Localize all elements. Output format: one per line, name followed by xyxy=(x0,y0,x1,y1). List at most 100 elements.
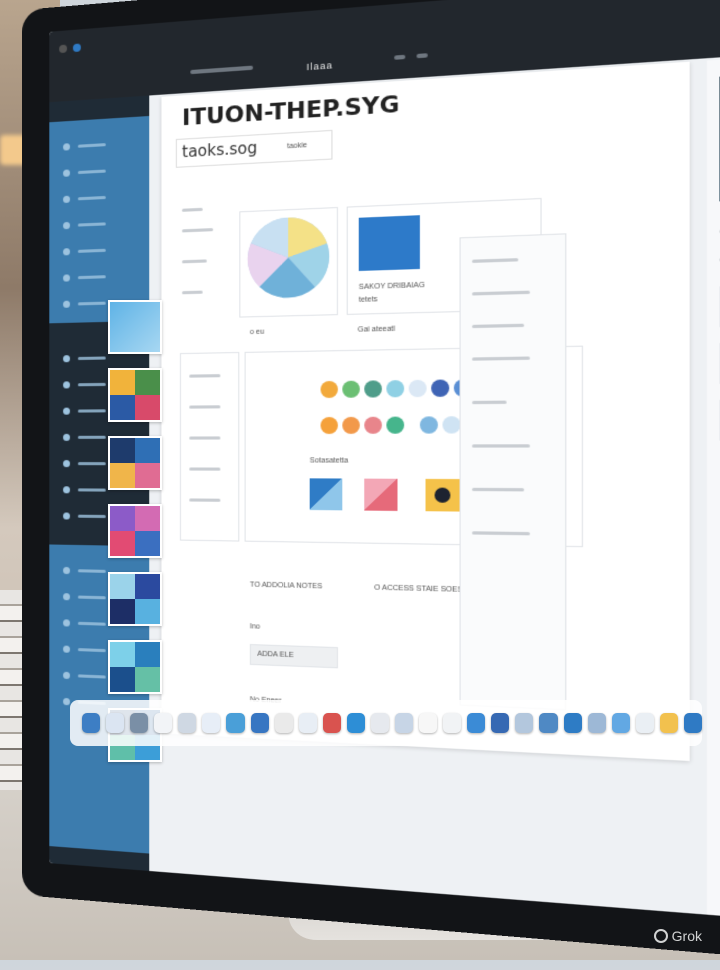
pattern-tile[interactable] xyxy=(364,478,398,511)
thumbnail[interactable] xyxy=(108,436,162,490)
sidebar-item[interactable] xyxy=(63,138,127,152)
text-line xyxy=(472,487,525,492)
color-swatch[interactable] xyxy=(431,379,450,397)
dock-app-icon[interactable] xyxy=(202,713,221,733)
document-canvas: ITUON-THEP.SYG taoks.sog taokie SAKOY DR… xyxy=(161,61,690,762)
dock-app-icon[interactable] xyxy=(178,713,197,733)
text-line xyxy=(182,207,203,212)
sidebar-section-top xyxy=(49,115,150,324)
text-line xyxy=(472,258,519,263)
dock-app-icon[interactable] xyxy=(106,713,125,733)
dock-app-icon[interactable] xyxy=(226,713,245,733)
footer-input[interactable]: ADDA ELE xyxy=(249,644,338,669)
text-line xyxy=(189,436,221,440)
sidebar-item[interactable] xyxy=(63,270,127,282)
pattern-tile[interactable] xyxy=(425,478,460,512)
toolbar-item[interactable] xyxy=(394,54,406,60)
sidebar-item[interactable] xyxy=(63,217,127,230)
text-line xyxy=(189,374,221,378)
dock-app-icon[interactable] xyxy=(370,713,390,733)
dock-app-icon[interactable] xyxy=(443,713,462,733)
toolbar-item[interactable] xyxy=(416,53,428,59)
color-swatch[interactable] xyxy=(442,416,461,434)
dock-app-icon[interactable] xyxy=(515,713,534,733)
sidebar-item[interactable] xyxy=(63,164,127,178)
filter-label: Sotasatetta xyxy=(309,457,349,465)
text-line xyxy=(472,323,525,329)
sidebar-item[interactable] xyxy=(63,244,127,257)
properties-panel xyxy=(459,233,567,711)
pattern-tile[interactable] xyxy=(309,478,343,511)
thumbnail[interactable] xyxy=(108,368,162,422)
dock-app-icon[interactable] xyxy=(611,713,630,733)
dock xyxy=(70,700,703,746)
card-caption: SAKOY DRIBAIAG xyxy=(358,281,425,292)
dock-app-icon[interactable] xyxy=(130,713,149,733)
watermark: Grok xyxy=(653,928,702,944)
text-line xyxy=(472,531,530,536)
dock-app-icon[interactable] xyxy=(274,713,293,733)
text-line xyxy=(189,467,221,471)
text-line xyxy=(189,498,221,502)
toolbar-tab-title[interactable]: Ilaaa xyxy=(306,56,383,72)
color-swatch[interactable] xyxy=(364,416,382,434)
pie-chart-icon xyxy=(247,215,330,299)
row-label: Gai ateeatl xyxy=(357,325,396,334)
dock-app-icon[interactable] xyxy=(539,713,558,733)
dock-app-icon[interactable] xyxy=(395,713,414,733)
color-swatch[interactable] xyxy=(419,416,438,434)
thumbnail[interactable] xyxy=(108,300,162,354)
right-panel xyxy=(707,45,720,931)
pie-chart-card[interactable] xyxy=(239,206,338,318)
dock-app-icon[interactable] xyxy=(635,713,654,733)
dock-app-icon[interactable] xyxy=(298,713,317,733)
subtitle-button[interactable]: taokie xyxy=(287,142,307,150)
color-swatch[interactable] xyxy=(408,379,427,398)
card-caption-sub: tetets xyxy=(358,296,378,304)
thumbnail[interactable] xyxy=(108,572,162,626)
text-line xyxy=(182,259,207,264)
footer-line: TO ADDOLIA NOTES xyxy=(249,581,323,591)
image-thumbnail xyxy=(358,215,420,271)
dock-app-icon[interactable] xyxy=(322,713,341,733)
dock-app-icon[interactable] xyxy=(491,713,510,733)
dock-app-icon[interactable] xyxy=(250,713,269,733)
footer-line: Ino xyxy=(249,623,261,631)
color-swatch[interactable] xyxy=(342,416,360,434)
text-line xyxy=(472,444,530,448)
dock-app-icon[interactable] xyxy=(346,713,365,733)
dock-app-icon[interactable] xyxy=(154,713,173,733)
color-swatch[interactable] xyxy=(386,416,405,434)
text-line xyxy=(472,400,507,405)
text-line xyxy=(182,290,203,295)
dock-app-icon[interactable] xyxy=(419,713,438,733)
color-swatch[interactable] xyxy=(364,380,382,398)
thumbnail[interactable] xyxy=(108,640,162,694)
dock-app-icon[interactable] xyxy=(467,713,486,733)
dock-app-icon[interactable] xyxy=(683,713,703,733)
dock-app-icon[interactable] xyxy=(587,713,606,733)
text-line xyxy=(472,290,530,296)
thumbnail[interactable] xyxy=(108,504,162,558)
text-line xyxy=(472,356,530,361)
grok-logo-icon xyxy=(653,929,668,943)
footer-line: O ACCESS STAIE SOESTE xyxy=(374,584,473,595)
window-control-icon[interactable] xyxy=(72,43,81,53)
text-line xyxy=(189,405,221,409)
window-control-icon[interactable] xyxy=(59,44,68,54)
color-swatch[interactable] xyxy=(320,380,338,399)
dock-app-icon[interactable] xyxy=(563,713,582,733)
row-label: o eu xyxy=(249,328,265,337)
text-line xyxy=(182,228,214,233)
color-swatch[interactable] xyxy=(342,380,360,398)
watermark-text: Grok xyxy=(671,928,702,944)
color-swatch[interactable] xyxy=(320,416,338,434)
dock-app-icon[interactable] xyxy=(659,713,678,733)
dock-app-icon[interactable] xyxy=(82,713,101,733)
footer-input-text: ADDA ELE xyxy=(257,650,294,660)
toolbar-item[interactable] xyxy=(190,65,254,75)
layers-panel xyxy=(179,351,240,542)
sidebar-item[interactable] xyxy=(63,191,127,204)
dot-icon xyxy=(434,487,451,503)
color-swatch[interactable] xyxy=(386,380,405,398)
